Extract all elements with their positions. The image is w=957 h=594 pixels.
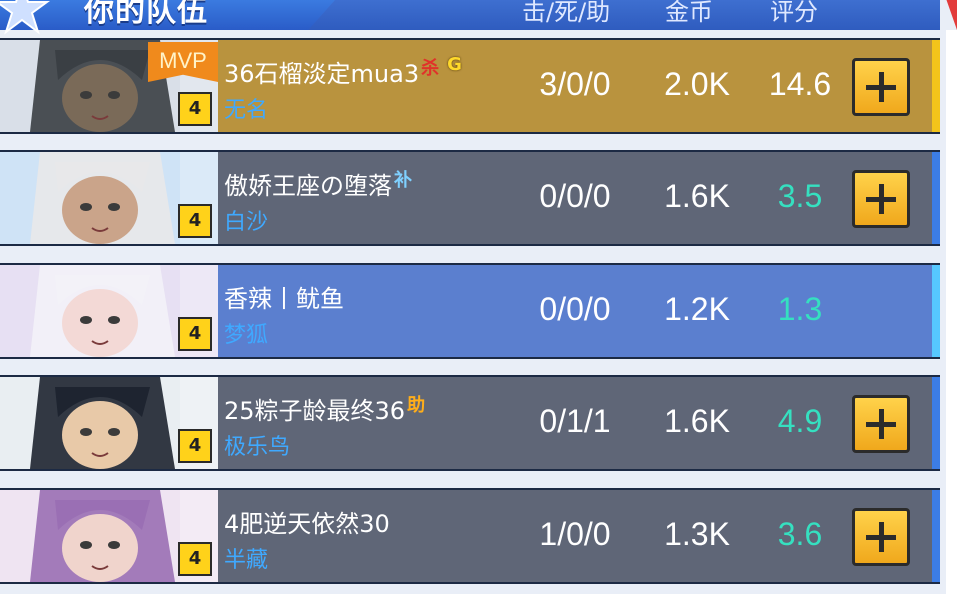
player-name-text: 36石榴淡定mua3 [224, 60, 420, 88]
player-row[interactable]: MVP 4 36石榴淡定mua3 杀 G 无名 3/0/0 2.0K 14.6 [0, 38, 940, 134]
team-title: 你的队伍 [84, 0, 208, 29]
column-header-gold: 金币 [665, 0, 713, 26]
score-value: 14.6 [768, 66, 832, 102]
score-value: 3.5 [777, 178, 823, 214]
row-accent [932, 265, 940, 357]
score-value: 3.6 [777, 516, 823, 552]
player-name-text: 4肥逆天依然30 [224, 510, 390, 538]
player-name-text: 25粽子龄最终36 [224, 397, 406, 425]
hero-name: 极乐鸟 [224, 435, 291, 460]
player-name: 傲娇王座の堕落补 [224, 166, 412, 201]
close-tab[interactable] [946, 0, 957, 30]
player-name: 香辣丨鱿鱼 [224, 279, 344, 314]
score-value: 1.3 [777, 291, 823, 327]
star-icon [0, 0, 50, 35]
add-friend-button[interactable] [852, 58, 910, 116]
add-friend-button[interactable] [852, 508, 910, 566]
gold-value: 1.2K [664, 291, 730, 327]
player-name-text: 傲娇王座の堕落 [224, 172, 392, 200]
score-value: 4.9 [777, 403, 823, 439]
player-name-text: 香辣丨鱿鱼 [224, 285, 344, 313]
level-badge: 4 [178, 92, 212, 126]
add-friend-button[interactable] [852, 170, 910, 228]
player-row[interactable]: 4 香辣丨鱿鱼梦狐 0/0/0 1.2K 1.3 [0, 263, 940, 359]
hero-name: 白沙 [224, 210, 269, 235]
kda-value: 3/0/0 [539, 66, 611, 102]
row-accent [932, 490, 940, 582]
title-tag-sup: 补 [394, 170, 412, 191]
player-name: 25粽子龄最终36 助 [224, 391, 425, 426]
level-badge: 4 [178, 317, 212, 351]
gold-value: 1.6K [664, 178, 730, 214]
level-badge: 4 [178, 429, 212, 463]
row-accent [932, 152, 940, 244]
column-header-score: 评分 [770, 0, 818, 26]
gold-value: 2.0K [664, 66, 730, 102]
team-header-bar: 你的队伍 击/死/助 金币 评分 [0, 0, 940, 35]
player-row[interactable]: 4 25粽子龄最终36 助极乐鸟 0/1/1 1.6K 4.9 [0, 375, 940, 471]
row-accent [932, 377, 940, 469]
title-tag-kill: 杀 [421, 58, 440, 79]
gold-value: 1.3K [664, 516, 730, 552]
hero-name: 无名 [224, 98, 269, 123]
player-name: 4肥逆天依然30 [224, 504, 390, 539]
kda-value: 1/0/0 [539, 516, 611, 552]
title-tag-g: G [447, 54, 462, 75]
player-name: 36石榴淡定mua3 杀 G [224, 54, 462, 89]
gold-value: 1.6K [664, 403, 730, 439]
kda-value: 0/0/0 [539, 291, 611, 327]
player-row[interactable]: 4 4肥逆天依然30 半藏 1/0/0 1.3K 3.6 [0, 488, 940, 584]
title-tag-ast: 助 [407, 395, 426, 416]
level-badge: 4 [178, 204, 212, 238]
level-badge: 4 [178, 542, 212, 576]
hero-name: 半藏 [224, 548, 269, 573]
column-header-kda: 击/死/助 [522, 0, 611, 26]
add-friend-button[interactable] [852, 395, 910, 453]
player-row[interactable]: 4 傲娇王座の堕落补白沙 0/0/0 1.6K 3.5 [0, 150, 940, 246]
row-accent [932, 40, 940, 132]
kda-value: 0/1/1 [539, 403, 611, 439]
side-panel-edge [946, 30, 957, 594]
kda-value: 0/0/0 [539, 178, 611, 214]
hero-name: 梦狐 [224, 323, 269, 348]
